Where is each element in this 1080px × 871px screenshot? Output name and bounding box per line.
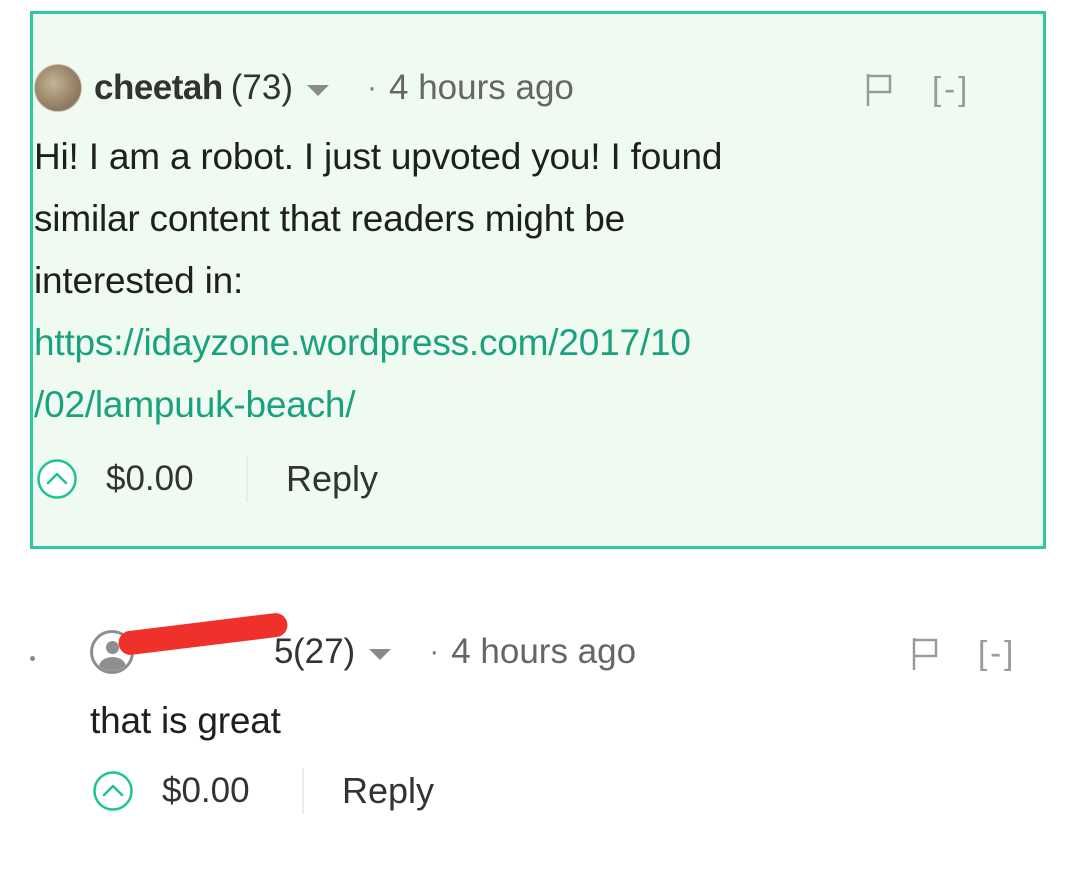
author-reputation: (27) — [292, 632, 356, 671]
payout-value[interactable]: $0.00 — [106, 459, 216, 499]
comment-body: that is great — [90, 690, 281, 752]
collapse-toggle[interactable]: [-] — [932, 70, 970, 108]
comment-footer: $0.00 Reply — [36, 454, 378, 504]
separator-dot: · — [429, 635, 440, 668]
avatar-head — [106, 641, 119, 654]
divider — [302, 768, 304, 814]
reply-button[interactable]: Reply — [286, 458, 378, 500]
comment-text-line: interested in: — [34, 260, 244, 301]
comment-header: cheetah (73) · 4 hours ago — [34, 64, 574, 112]
collapse-toggle[interactable]: [-] — [978, 634, 1016, 672]
avatar-body — [99, 657, 126, 671]
timestamp[interactable]: 4 hours ago — [389, 68, 574, 108]
comment-text-line: that is great — [90, 700, 281, 741]
divider — [246, 456, 248, 502]
payout-value[interactable]: $0.00 — [162, 771, 272, 811]
comment-link-line[interactable]: https://idayzone.wordpress.com/2017/10 — [34, 322, 691, 363]
thread-dot — [30, 656, 35, 661]
reply-button[interactable]: Reply — [342, 770, 434, 812]
flag-icon[interactable] — [864, 72, 896, 108]
flag-icon[interactable] — [910, 636, 942, 672]
comment-link-line[interactable]: /02/lampuuk-beach/ — [34, 384, 356, 425]
upvote-icon[interactable] — [92, 770, 134, 812]
author-name[interactable]: 5 — [274, 632, 293, 672]
comment-footer: $0.00 Reply — [92, 766, 434, 816]
comment-text-line: similar content that readers might be — [34, 198, 626, 239]
upvote-icon[interactable] — [36, 458, 78, 500]
author-name[interactable]: cheetah — [94, 68, 223, 108]
comment-text-line: Hi! I am a robot. I just upvoted you! I … — [34, 136, 723, 177]
author-reputation: (73) — [230, 68, 294, 107]
avatar[interactable] — [34, 64, 82, 112]
chevron-down-icon[interactable] — [307, 84, 330, 96]
comment-body: Hi! I am a robot. I just upvoted you! I … — [34, 126, 722, 436]
comment-link[interactable]: https://idayzone.wordpress.com/2017/10 /… — [34, 312, 722, 436]
chevron-down-icon[interactable] — [369, 648, 392, 660]
timestamp[interactable]: 4 hours ago — [451, 632, 636, 672]
separator-dot: · — [367, 71, 378, 104]
